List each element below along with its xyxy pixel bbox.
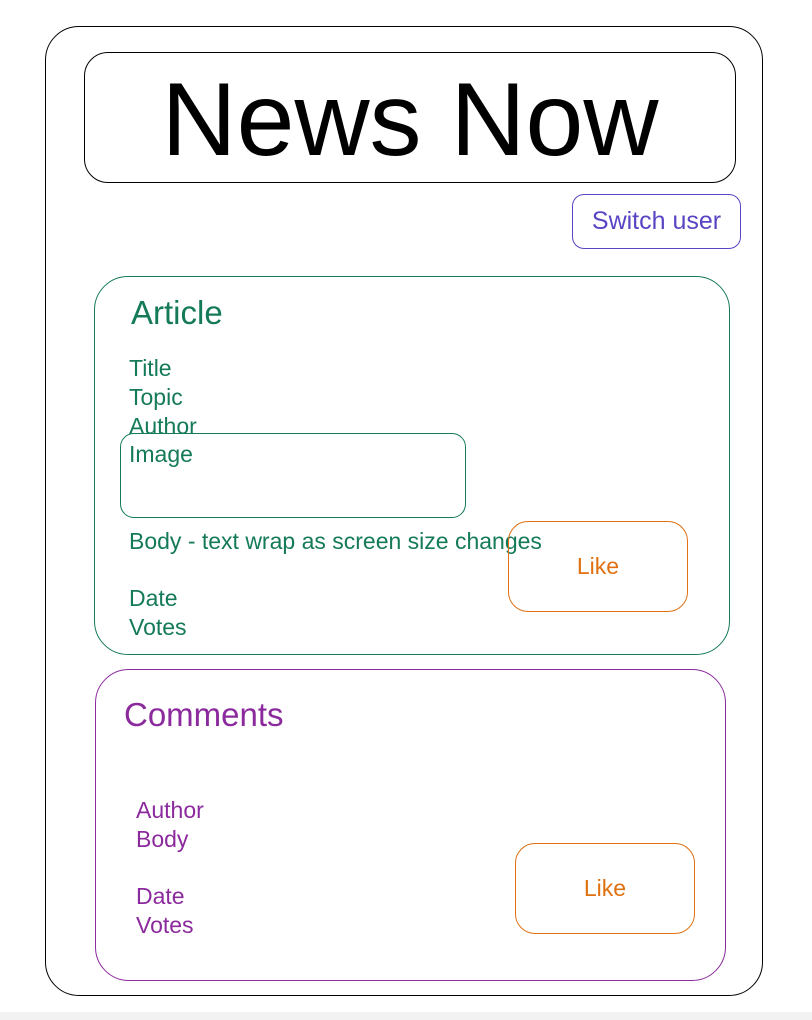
comment-like-button[interactable]: Like	[515, 843, 695, 934]
article-like-button[interactable]: Like	[508, 521, 688, 612]
comments-heading: Comments	[124, 696, 284, 733]
comment-body-field: Body	[136, 826, 189, 852]
article-topic-field: Topic	[129, 384, 183, 410]
comment-date-field: Date	[136, 883, 185, 909]
bottom-strip	[0, 1012, 812, 1020]
article-title-field: Title	[129, 355, 172, 381]
article-votes-field: Votes	[129, 614, 187, 640]
article-date-field: Date	[129, 585, 178, 611]
comment-author-field: Author	[136, 797, 204, 823]
article-heading: Article	[131, 294, 223, 331]
switch-user-button[interactable]: Switch user	[572, 194, 741, 249]
article-image-label: Image	[129, 441, 193, 467]
article-body-field: Body - text wrap as screen size changes	[129, 528, 542, 554]
comment-votes-field: Votes	[136, 912, 194, 938]
app-title: News Now	[161, 62, 659, 178]
